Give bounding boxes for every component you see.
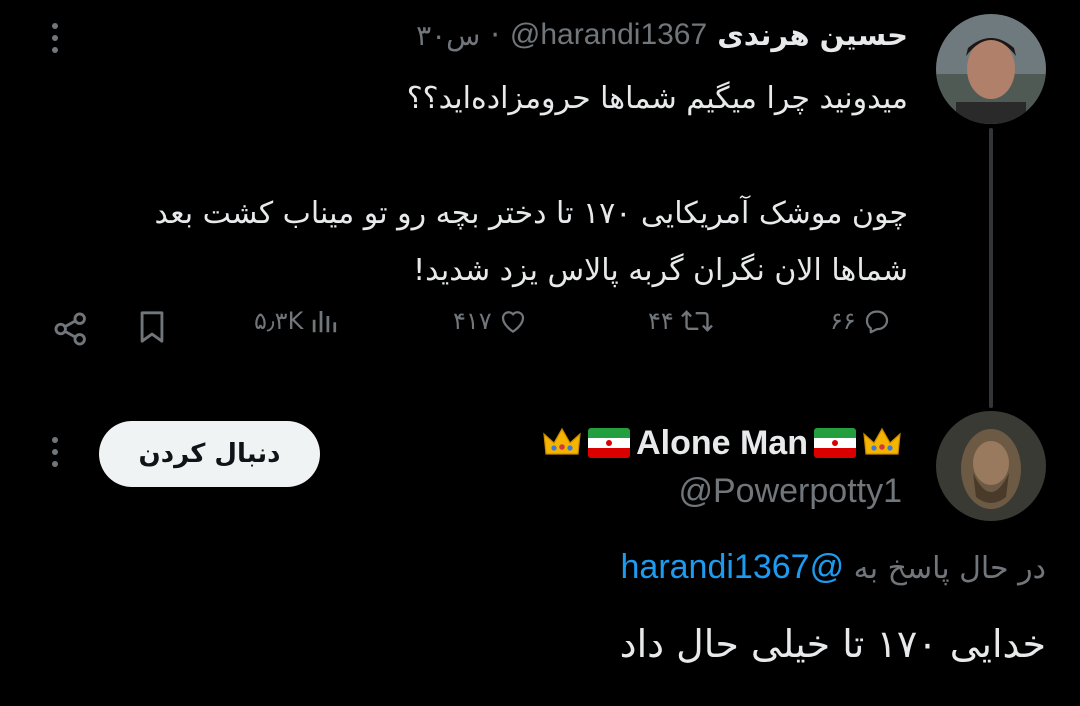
reply-count: ۶۶ <box>830 307 856 335</box>
header-separator: · <box>490 17 500 53</box>
reply-text: خدایی ۱۷۰ تا خیلی حال داد <box>619 622 1046 666</box>
views-chart-icon <box>313 311 337 333</box>
avatar-powerpotty[interactable] <box>936 411 1046 521</box>
thread-connector-line <box>989 128 993 408</box>
reply-icon <box>865 310 888 334</box>
bookmark-icon <box>140 311 164 343</box>
replying-to-label: در حال پاسخ به <box>853 551 1046 586</box>
bookmark-button[interactable] <box>137 310 167 344</box>
avatar-photo-icon <box>936 411 1046 521</box>
reply-author-name-row[interactable]: Alone Man <box>542 418 902 468</box>
reply-button[interactable]: ۶۶ <box>830 306 892 336</box>
follow-button[interactable]: دنبال کردن <box>99 421 320 487</box>
views-count: ۵٫۳K <box>254 307 304 335</box>
tweet-text-line: میدونید چرا میگیم شماها حرومزاده‌اید؟؟ <box>406 81 908 116</box>
crown-emoji-icon <box>863 427 901 455</box>
heart-icon <box>501 311 524 333</box>
retweet-icon <box>680 310 713 332</box>
share-button[interactable] <box>52 310 90 348</box>
retweet-button[interactable]: ۴۴ <box>648 306 714 336</box>
like-count: ۴۱۷ <box>453 307 492 335</box>
avatar-photo-icon <box>936 14 1046 124</box>
iran-flag-icon <box>588 428 631 458</box>
reply-author-handle[interactable]: @Powerpotty1 <box>678 472 902 511</box>
more-options-icon[interactable] <box>50 23 60 53</box>
tweet-timestamp[interactable]: ۳۰س <box>416 19 480 52</box>
avatar-harandi[interactable] <box>936 14 1046 124</box>
replying-to-mention[interactable]: @harandi1367 <box>621 548 845 586</box>
iran-flag-icon <box>814 428 856 458</box>
like-button[interactable]: ۴۱۷ <box>453 306 528 336</box>
crown-emoji-icon <box>543 427 581 455</box>
tweet-header: حسین هرندی @harandi1367 · ۳۰س <box>416 10 908 60</box>
author-handle[interactable]: @harandi1367 <box>510 18 707 52</box>
tweet-text-line: چون موشک آمریکایی ۱۷۰ تا دختر بچه رو تو … <box>154 196 909 231</box>
author-name[interactable]: حسین هرندی <box>717 18 908 52</box>
more-options-icon[interactable] <box>50 437 60 467</box>
retweet-count: ۴۴ <box>648 307 674 335</box>
tweet-text-line: شماها الان نگران گربه پالاس یزد شدید! <box>413 253 908 288</box>
tweet-text: میدونید چرا میگیم شماها حرومزاده‌اید؟؟ چ… <box>28 70 909 299</box>
replying-to: در حال پاسخ به @harandi1367 <box>621 548 1047 587</box>
views-button[interactable]: ۵٫۳K <box>254 306 339 336</box>
reply-author-name[interactable]: Alone Man <box>636 424 808 463</box>
share-icon <box>54 312 86 346</box>
